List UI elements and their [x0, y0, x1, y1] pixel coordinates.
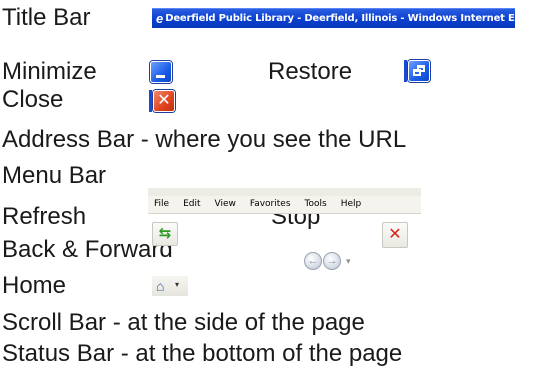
menu-item-help[interactable]: Help [341, 199, 362, 209]
title-bar-text: Deerfield Public Library - Deerfield, Il… [165, 13, 554, 24]
label-refresh: Refresh [2, 203, 87, 230]
back-button[interactable]: ← [304, 252, 322, 270]
close-icon: ✕ [157, 92, 171, 109]
back-arrow-icon: ← [307, 255, 319, 267]
menu-item-file[interactable]: File [154, 199, 169, 209]
stop-icon: ✕ [388, 226, 402, 243]
menu-item-tools[interactable]: Tools [305, 199, 327, 209]
home-dropdown-icon[interactable]: ▾ [175, 280, 179, 289]
label-status-bar: Status Bar - at the bottom of the page [2, 340, 403, 367]
restore-button[interactable] [408, 60, 430, 82]
label-minimize: Minimize [2, 58, 97, 85]
stop-button[interactable]: ✕ [382, 222, 408, 248]
label-restore: Restore [268, 58, 353, 85]
refresh-button[interactable]: ⇆ [152, 222, 178, 246]
back-forward-group: ← → ▾ [304, 250, 356, 272]
forward-button[interactable]: → [323, 252, 341, 270]
label-close: Close [2, 86, 64, 113]
minimize-icon [156, 75, 165, 78]
ie-logo-icon: e [156, 10, 164, 26]
menu-bar-strip [148, 188, 421, 196]
menu-item-edit[interactable]: Edit [183, 199, 200, 209]
restore-icon-front [413, 69, 421, 76]
title-bar-sample: e Deerfield Public Library - Deerfield, … [152, 8, 554, 28]
label-title-bar: Title Bar [2, 4, 91, 31]
menu-item-view[interactable]: View [215, 199, 236, 209]
home-button[interactable]: ⌂ ▾ [152, 276, 188, 296]
label-scroll-bar: Scroll Bar - at the side of the page [2, 309, 365, 336]
forward-arrow-icon: → [326, 255, 338, 267]
refresh-icon: ⇆ [158, 225, 172, 242]
close-button-edge [149, 90, 152, 112]
home-icon: ⌂ [156, 278, 165, 294]
history-dropdown-icon[interactable]: ▾ [346, 256, 351, 267]
menu-item-favorites[interactable]: Favorites [250, 199, 291, 209]
menu-bar-items: File Edit View Favorites Tools Help [154, 199, 361, 209]
minimize-button[interactable] [150, 61, 172, 83]
menu-bar-sample: File Edit View Favorites Tools Help [148, 188, 421, 214]
label-address-bar: Address Bar - where you see the URL [2, 126, 407, 153]
label-back-forward: Back & Forward [2, 236, 173, 263]
close-button[interactable]: ✕ [153, 90, 175, 112]
label-menu-bar: Menu Bar [2, 162, 107, 189]
label-home: Home [2, 272, 67, 299]
restore-button-edge [404, 60, 407, 82]
